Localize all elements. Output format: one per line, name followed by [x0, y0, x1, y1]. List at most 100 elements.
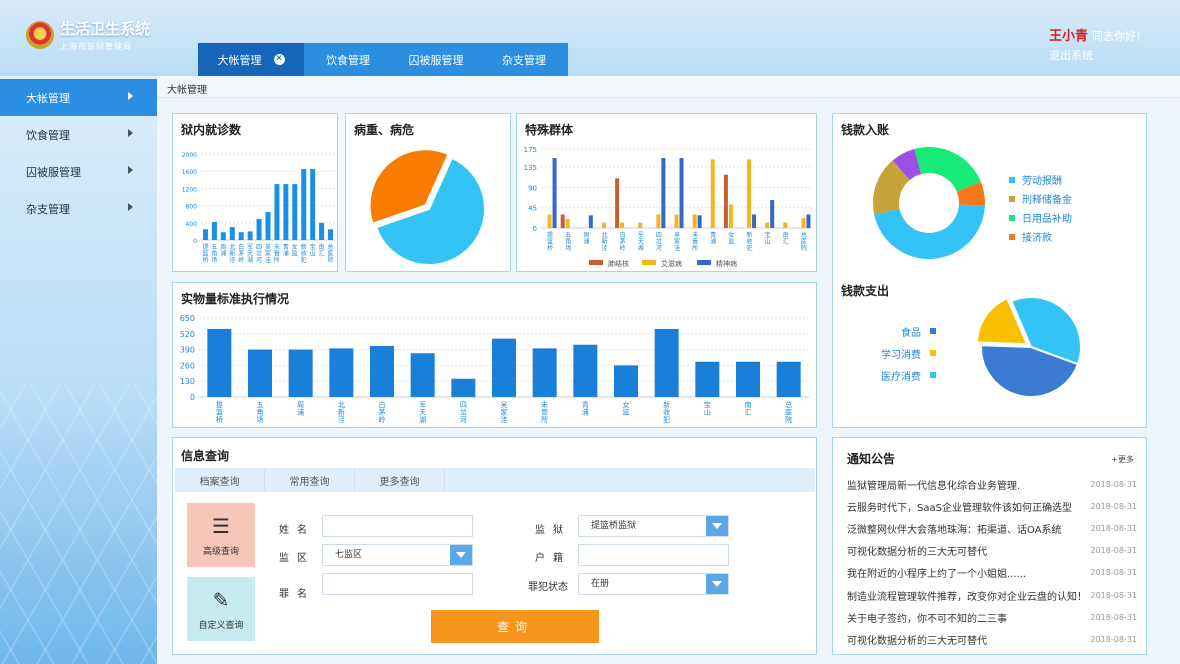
bar — [220, 232, 226, 240]
bar — [728, 204, 733, 228]
custom-query-button[interactable]: ✎ 自定义查询 — [187, 577, 255, 641]
bar — [565, 218, 570, 228]
panel-special: 特殊群体 0 45 90 135 175 提篮桥五角场周浦北新泾白茅岭军天湖四岔河吴家洼未… — [516, 113, 817, 272]
bar — [661, 158, 666, 228]
y-tick-label: 2000 — [182, 152, 197, 159]
y-tick-label: 0 — [193, 238, 197, 245]
bar — [560, 214, 565, 228]
tab-food[interactable]: 饮食管理 — [304, 43, 392, 76]
legend-swatch — [589, 260, 603, 265]
notice-item[interactable]: 泛微整网伙伴大会落地珠海：拓渠道、话OA系统 2018-08-31 — [847, 517, 1137, 539]
sidebar-item-ledger[interactable]: 大帐管理 — [0, 79, 157, 116]
household-input[interactable] — [578, 544, 729, 566]
pie-slice — [914, 147, 981, 192]
bar — [248, 349, 272, 397]
logout-link[interactable]: 退出系统 — [1049, 47, 1093, 63]
legend-swatch — [1009, 195, 1015, 202]
app-title: 生活卫生系统 — [60, 20, 151, 38]
sidebar: 大帐管理 饮食管理 囚被服管理 杂支管理 — [0, 76, 157, 664]
y-tick-label: 0 — [190, 393, 195, 402]
sidebar-item-food[interactable]: 饮食管理 — [0, 116, 157, 153]
advanced-query-button[interactable]: ☰ 高级查询 — [187, 503, 255, 567]
more-link[interactable]: +更多 — [1111, 454, 1134, 465]
sidebar-item-bedding[interactable]: 囚被服管理 — [0, 153, 157, 190]
x-tick-label: 洼 — [265, 256, 271, 264]
breadcrumb-bar: 大帐管理 — [157, 76, 1180, 98]
legend-swatch — [697, 260, 711, 265]
crime-label: 罪名 — [279, 589, 315, 600]
notice-item[interactable]: 可视化数据分析的三大无可替代 2018-08-31 — [847, 540, 1137, 562]
bar — [451, 378, 476, 397]
prison-select[interactable]: 提篮桥监狱 — [578, 515, 729, 537]
notice-item[interactable]: 云服务时代下，SaaS企业管理软件该如何正确选型 2018-08-31 — [847, 495, 1137, 517]
tab-archive-query[interactable]: 档案查询 — [175, 468, 265, 492]
bar — [238, 232, 244, 240]
close-icon[interactable]: ✕ — [273, 54, 285, 65]
sidebar-item-label: 大帐管理 — [26, 91, 70, 105]
x-tick-label: 监 — [623, 408, 630, 417]
x-tick-label: 监 — [728, 238, 734, 246]
bar — [654, 328, 679, 397]
x-tick-label: 场 — [565, 244, 571, 252]
panel-title: 狱内就诊数 — [181, 123, 242, 137]
chevron-right-icon — [128, 203, 133, 211]
panel-clinic: 狱内就诊数 0 400 800 1200 1600 2000 提篮桥五角场周浦北新泾白茅岭军… — [172, 113, 338, 272]
legend-label: 劳动报酬 — [1022, 176, 1062, 187]
tab-ledger[interactable]: 大帐管理 ✕ — [198, 43, 304, 76]
crime-input[interactable] — [322, 573, 473, 595]
notice-item[interactable]: 关于电子签约，你不可不知的二三事 2018-08-31 — [847, 606, 1137, 628]
name-input[interactable] — [322, 515, 473, 537]
bar — [288, 349, 313, 397]
bar — [310, 169, 316, 240]
bar — [247, 231, 253, 240]
notice-item[interactable]: 可视化数据分析的三大无可替代 2018-08-31 — [847, 628, 1137, 650]
y-tick-label: 45 — [528, 205, 537, 213]
sidebar-item-misc[interactable]: 杂支管理 — [0, 190, 157, 227]
bar — [532, 348, 557, 397]
x-tick-label: 所 — [274, 256, 280, 264]
y-tick-label: 90 — [528, 184, 537, 192]
area-select[interactable]: 七监区 — [322, 544, 473, 566]
expense-chart — [975, 296, 1082, 398]
x-tick-label: 山 — [310, 250, 316, 258]
panel-title: 特殊群体 — [525, 123, 574, 137]
y-tick-label: 520 — [180, 330, 195, 339]
x-tick-label: 所 — [692, 244, 698, 252]
tab-common-query[interactable]: 常用查询 — [265, 468, 355, 492]
y-tick-label: 0 — [533, 225, 537, 233]
notice-item[interactable]: 我在附近的小程序上约了一个小姐姐...... 2018-08-31 — [847, 562, 1137, 584]
income-legend: 劳动报酬 刑释储备金 日用品补助 接济款 — [1009, 170, 1072, 246]
y-tick-label: 1600 — [182, 169, 197, 176]
panel-title: 实物量标准执行情况 — [181, 292, 290, 306]
legend-label: 接济款 — [1022, 233, 1052, 244]
bar — [588, 215, 593, 228]
button-label: 高级查询 — [202, 546, 239, 557]
bar — [765, 222, 770, 228]
bar — [370, 345, 394, 397]
notice-item[interactable]: 监狱管理局新一代信息化综合业务管理. 2018-08-31 — [847, 473, 1137, 495]
y-tick-label: 175 — [524, 146, 537, 154]
y-tick-label: 650 — [180, 314, 195, 323]
x-tick-label: 犯 — [663, 415, 670, 424]
chevron-right-icon — [128, 129, 133, 137]
edit-icon: ✎ — [212, 587, 230, 612]
notice-date: 2018-08-31 — [1090, 546, 1138, 556]
bar — [410, 353, 435, 397]
select-value: 在册 — [591, 579, 610, 589]
status-select[interactable]: 在册 — [578, 573, 729, 595]
search-button[interactable]: 查询 — [431, 610, 599, 643]
tab-misc[interactable]: 杂支管理 — [480, 43, 568, 76]
bar — [806, 214, 811, 228]
notice-title: 监狱管理局新一代信息化综合业务管理. — [847, 480, 1021, 492]
legend-label: 精神病 — [716, 259, 737, 268]
notice-title: 我在附近的小程序上约了一个小姐姐...... — [847, 569, 1027, 581]
tab-bedding[interactable]: 囚被服管理 — [392, 43, 480, 76]
tab-more-query[interactable]: 更多查询 — [355, 468, 445, 492]
prison-label: 监狱 — [535, 525, 571, 536]
bar — [615, 178, 620, 228]
bar — [547, 214, 552, 228]
panel-illness: 病重、病危 — [345, 113, 511, 272]
x-tick-label: 岭 — [379, 415, 386, 424]
user-greeting: 王小青 同志你好！ — [1049, 25, 1147, 44]
notice-item[interactable]: 制造业流程管理软件推荐，改变你对企业云盘的认知！ 2018-08-31 — [847, 584, 1137, 606]
